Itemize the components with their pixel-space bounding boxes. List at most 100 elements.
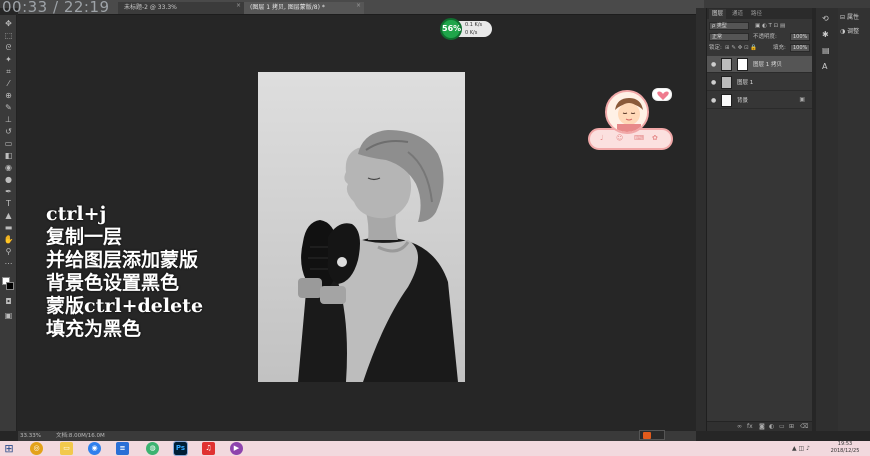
visibility-eye-icon[interactable]: ●	[711, 61, 716, 68]
qq-browser-icon[interactable]: ◉	[88, 442, 101, 455]
blur-tool-icon[interactable]: ◉	[3, 163, 14, 172]
fill-input[interactable]: 100%	[790, 44, 810, 52]
wechat-icon[interactable]: ◍	[146, 442, 159, 455]
clone-stamp-icon[interactable]: ⊥	[3, 115, 14, 124]
app-icon[interactable]: ≡	[116, 442, 129, 455]
clock-time: 19:53	[837, 441, 853, 447]
folder-icon[interactable]: ▭	[779, 423, 785, 430]
lasso-tool-icon[interactable]: ᘓ	[3, 43, 14, 52]
panel-icon-strip: ⟲ ✱ ▤ A	[816, 8, 838, 431]
layers-panel-tabs: 图层 通道 路径	[707, 8, 813, 19]
layers-panel: 图层 通道 路径 ρ 类型 ▣ ◐ T ⊡ ▤ 正常 不透明度: 100% 锁定…	[706, 8, 813, 431]
layer-row[interactable]: ● 图层 1 拷贝	[707, 56, 813, 73]
layer-name: 图层 1 拷贝	[753, 62, 782, 68]
adjustment-icon[interactable]: ◐	[769, 423, 774, 430]
screen-mode-icon[interactable]: ▣	[3, 311, 14, 320]
new-layer-icon[interactable]: ⊞	[789, 423, 794, 430]
move-tool-icon[interactable]: ✥	[3, 19, 14, 28]
network-speed-widget[interactable]: 0.1 K/s 0 K/s 56%	[440, 18, 496, 40]
gradient-tool-icon[interactable]: ◧	[3, 151, 14, 160]
layer-thumbnail	[721, 76, 732, 89]
fx-icon[interactable]: fx	[747, 423, 753, 430]
lock-icons[interactable]: ⊞ ✎ ✥ ⊡ 🔒	[725, 43, 757, 53]
healing-brush-icon[interactable]: ⊕	[3, 91, 14, 100]
tab-paths[interactable]: 路径	[748, 9, 765, 19]
settings-icon[interactable]: ✿	[652, 134, 658, 142]
layer-mask-thumbnail[interactable]	[737, 58, 748, 71]
history-icon[interactable]: ⟲	[822, 14, 829, 23]
netease-music-icon[interactable]: ♫	[202, 442, 215, 455]
portrait-image	[258, 72, 465, 382]
close-icon[interactable]: ×	[236, 2, 241, 9]
windows-start-icon[interactable]: ⊞	[1, 442, 17, 455]
type-tool-icon[interactable]: T	[3, 199, 14, 208]
eyedropper-icon[interactable]: ⁄	[3, 79, 14, 88]
fill-label: 填充:	[773, 45, 786, 51]
layer-thumbnail	[721, 94, 732, 107]
path-selection-icon[interactable]: ▲	[3, 211, 14, 220]
blend-mode-select[interactable]: 正常	[709, 33, 749, 41]
visibility-eye-icon[interactable]: ●	[711, 97, 716, 104]
ime-indicator[interactable]	[639, 430, 665, 440]
folder-icon[interactable]: ▭	[60, 442, 73, 455]
layer-row[interactable]: ● 图层 1	[707, 74, 813, 91]
link-icon[interactable]: ∞	[737, 423, 742, 430]
trash-icon[interactable]: ⌫	[800, 423, 808, 430]
color-swatches[interactable]	[2, 277, 14, 291]
blend-row: 正常 不透明度: 100%	[709, 32, 811, 42]
canvas-photo[interactable]	[258, 72, 465, 382]
heart-bubble-icon	[652, 88, 672, 101]
adjustments-item[interactable]: ◑ 调整	[840, 26, 859, 38]
zoom-tool-icon[interactable]: ⚲	[3, 247, 14, 256]
character-icon[interactable]: A	[822, 62, 827, 71]
doc-info[interactable]: 文档:8.00M/16.0M	[56, 431, 105, 441]
tab-channels[interactable]: 通道	[729, 9, 746, 19]
opacity-input[interactable]: 100%	[790, 33, 810, 41]
doc-tab-active[interactable]: (图层 1 拷贝, 图层蒙版/8) *	[244, 2, 364, 14]
marquee-tool-icon[interactable]: ⬚	[3, 31, 14, 40]
floating-mascot-widget[interactable]: ♩ ☺ ⌨ ✿	[588, 88, 674, 152]
doc-tab-untitled[interactable]: 未标题-2 @ 33.3%	[118, 2, 244, 14]
brush-presets-icon[interactable]: ▤	[822, 46, 830, 55]
overlay-line: 并给图层添加蒙版	[46, 249, 199, 271]
zoom-level[interactable]: 33.33%	[20, 431, 41, 441]
doc-tab-label: (图层 1 拷贝, 图层蒙版/8) *	[250, 4, 325, 11]
opacity-label: 不透明度:	[753, 34, 777, 40]
history-brush-icon[interactable]: ↺	[3, 127, 14, 136]
emoji-icon[interactable]: ☺	[616, 134, 623, 142]
close-icon[interactable]: ×	[356, 2, 361, 9]
crop-tool-icon[interactable]: ⌗	[3, 67, 14, 76]
mask-icon[interactable]: ◙	[759, 423, 765, 430]
visibility-eye-icon[interactable]: ●	[711, 79, 716, 86]
background-color-swatch[interactable]	[6, 282, 14, 290]
layer-name: 图层 1	[737, 80, 754, 86]
eraser-tool-icon[interactable]: ▭	[3, 139, 14, 148]
chrome-icon[interactable]: ◎	[30, 442, 43, 455]
dodge-tool-icon[interactable]: ●	[3, 175, 14, 184]
magic-wand-icon[interactable]: ✦	[3, 55, 14, 64]
pen-tool-icon[interactable]: ✒	[3, 187, 14, 196]
download-speed: 0 K/s	[465, 30, 478, 36]
media-player-icon[interactable]: ▶	[230, 442, 243, 455]
mascot-avatar	[605, 90, 649, 134]
adjustments-label: 调整	[847, 28, 860, 35]
taskbar-clock[interactable]: 19:53 2018/12/25	[828, 441, 862, 456]
adjust-icon[interactable]: ✱	[822, 30, 829, 39]
system-tray[interactable]: ▲ ◫ ♪	[792, 445, 810, 452]
quick-mask-icon[interactable]: ◘	[3, 297, 14, 306]
filter-icons[interactable]: ▣ ◐ T ⊡ ▤	[755, 21, 785, 31]
clock-date: 2018/12/25	[830, 448, 860, 454]
layer-row[interactable]: ● 背景 ▣	[707, 92, 813, 109]
layer-kind-select[interactable]: ρ 类型	[709, 22, 749, 30]
edit-toolbar-icon[interactable]: ⋯	[3, 259, 14, 268]
hand-tool-icon[interactable]: ✋	[3, 235, 14, 244]
properties-item[interactable]: ⊟ 属性	[840, 12, 859, 24]
upload-speed: 0.1 K/s	[465, 22, 483, 28]
photoshop-icon[interactable]: Ps	[173, 441, 188, 456]
shape-tool-icon[interactable]: ▬	[3, 223, 14, 232]
mic-icon[interactable]: ♩	[600, 134, 603, 142]
keyboard-icon[interactable]: ⌨	[634, 134, 644, 142]
tab-layers[interactable]: 图层	[709, 9, 727, 19]
doc-tab-label: 未标题-2 @ 33.3%	[124, 4, 177, 11]
brush-tool-icon[interactable]: ✎	[3, 103, 14, 112]
